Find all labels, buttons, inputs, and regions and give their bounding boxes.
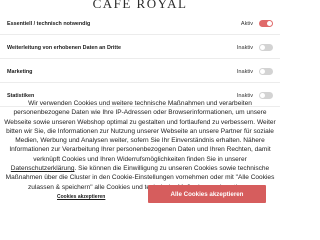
accept-cookies-link[interactable]: Cookies akzeptieren (57, 194, 105, 200)
brand-title: CAFÉ ROYAL (92, 0, 188, 11)
consent-label: Essentiell / technisch notwendig (7, 20, 91, 27)
consent-label: Marketing (7, 68, 33, 75)
consent-label: Statistiken (7, 92, 35, 99)
consent-toggle-marketing[interactable] (259, 68, 273, 75)
consent-status: Inaktiv (236, 44, 253, 51)
consent-row-essential: Essentiell / technisch notwendig Aktiv (0, 13, 280, 35)
consent-label: Weiterleitung von erhobenen Daten an Dri… (7, 44, 122, 51)
toggle-knob (260, 93, 265, 98)
consent-settings-list: Essentiell / technisch notwendig Aktiv W… (0, 13, 280, 109)
notice-text-before: Wir verwenden Cookies und weitere techni… (4, 100, 276, 163)
consent-toggle-statistics[interactable] (259, 92, 273, 99)
consent-row-marketing: Marketing Inaktiv (0, 61, 280, 83)
privacy-policy-link[interactable]: Datenschutzerklärung (11, 165, 75, 172)
consent-status: Inaktiv (236, 92, 253, 99)
toggle-knob (260, 69, 265, 74)
brand-logo: CAFÉ ROYAL (0, 0, 280, 13)
accept-all-button[interactable]: Alle Cookies akzeptieren (148, 185, 266, 203)
consent-status: Aktiv (240, 20, 253, 27)
consent-status: Inaktiv (236, 68, 253, 75)
consent-toggle-third-party[interactable] (259, 44, 273, 51)
consent-row-third-party: Weiterleitung von erhobenen Daten an Dri… (0, 37, 280, 59)
consent-toggle-essential[interactable] (259, 20, 273, 27)
toggle-knob (267, 21, 272, 26)
cookie-notice-text: Wir verwenden Cookies und weitere techni… (4, 99, 276, 192)
toggle-knob (260, 45, 265, 50)
